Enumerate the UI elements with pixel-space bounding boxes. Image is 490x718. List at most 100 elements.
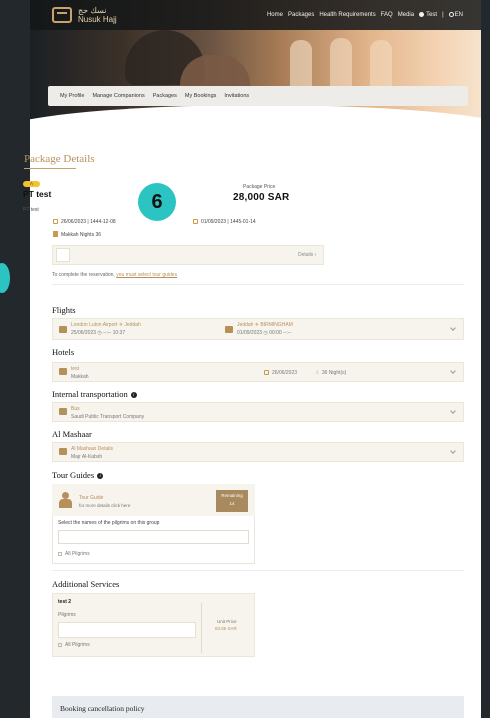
nav-faq[interactable]: FAQ xyxy=(381,12,393,18)
return-route: Jeddah ✈ BIRMINGHAM xyxy=(237,322,293,328)
return-time: 01/09/2023 ◷ 00:00 --:-- xyxy=(237,330,292,336)
side-indicator xyxy=(0,263,10,293)
globe-icon xyxy=(448,12,454,17)
unit-price-label: Unit Price xyxy=(217,619,237,624)
pilgrims-select[interactable] xyxy=(58,530,249,544)
checkbox[interactable] xyxy=(58,643,62,647)
nav-links: Home Packages Health Requirements FAQ Me… xyxy=(267,12,463,18)
title-underline xyxy=(24,168,76,169)
plane-icon xyxy=(59,326,67,333)
nav-health[interactable]: Health Requirements xyxy=(319,12,375,18)
package-thumbnail xyxy=(56,248,70,262)
tab-manage-companions[interactable]: Manage Companions xyxy=(92,93,144,99)
transport-type: Bus xyxy=(71,406,80,412)
user-name: Test xyxy=(426,12,438,19)
service-all-pilgrims[interactable]: All Pilgrims xyxy=(58,642,90,648)
tour-guide-title[interactable]: Tour Guide xyxy=(79,495,103,501)
hotel-row[interactable]: test Makkah 26/06/2023 ☾ 36 Night(s) xyxy=(52,362,464,382)
reservation-notice: To complete the reservation, you must se… xyxy=(52,272,177,278)
nav-separator: | xyxy=(442,12,444,19)
tab-my-profile[interactable]: My Profile xyxy=(60,93,84,99)
details-link[interactable]: Details › xyxy=(298,252,316,258)
all-pilgrims-label: All Pilgrims xyxy=(65,551,90,557)
chevron-down-icon[interactable] xyxy=(450,368,456,374)
tab-my-bookings[interactable]: My Bookings xyxy=(185,93,217,99)
hotel-nights-text: 36 Night(s) xyxy=(321,370,347,376)
language-label: EN xyxy=(454,12,463,19)
service-name: test 2 xyxy=(58,599,72,605)
transport-row[interactable]: Bus Saudi Public Transport Company xyxy=(52,402,464,422)
nav-media[interactable]: Media xyxy=(398,12,414,18)
hotel-city: Makkah xyxy=(71,374,89,380)
page-title: Package Details xyxy=(24,153,95,165)
chevron-down-icon[interactable] xyxy=(450,448,456,454)
tour-guide-hint[interactable]: for more details click here xyxy=(79,503,130,508)
cancellation-policy-title[interactable]: Booking cancellation policy xyxy=(60,704,145,713)
hotel-date: 26/06/2023 xyxy=(264,370,297,376)
section-transport: Internal transportation i xyxy=(52,389,137,399)
service-pilgrims-label: Pilgrims xyxy=(58,612,76,618)
avatar-head xyxy=(62,492,69,499)
bus-icon xyxy=(59,408,67,415)
service-pilgrims-select[interactable] xyxy=(58,622,196,638)
avatar-body xyxy=(59,499,72,508)
remaining-count: 14 xyxy=(229,501,235,506)
divider xyxy=(52,570,464,571)
package-price: 28,000 SAR xyxy=(233,192,290,203)
service-divider xyxy=(201,603,202,653)
tour-guides-title: Tour Guides xyxy=(52,470,95,480)
service-all-pilgrims-label: All Pilgrims xyxy=(65,642,90,648)
start-date: 26/06/2023 | 1444-12-08 xyxy=(53,219,116,225)
step-marker: 6 xyxy=(138,183,176,221)
all-pilgrims-option[interactable]: All Pilgrims xyxy=(58,551,90,557)
guide-avatar-icon xyxy=(59,492,72,508)
flights-row[interactable]: London Luton Airport ✈ Jeddah 25/06/2023… xyxy=(52,318,464,340)
package-name: PT test xyxy=(23,189,52,199)
chevron-down-icon[interactable] xyxy=(450,325,456,331)
details-label: Details xyxy=(298,252,314,258)
hotel-nights: ☾ 36 Night(s) xyxy=(316,370,347,376)
section-hotels: Hotels xyxy=(52,347,75,357)
remaining-badge: Remaining 14 xyxy=(216,490,248,512)
tab-packages[interactable]: Packages xyxy=(153,93,177,99)
section-additional: Additional Services xyxy=(52,579,120,589)
start-date-text: 26/06/2023 | 1444-12-08 xyxy=(61,219,116,225)
checkbox[interactable] xyxy=(58,552,62,556)
mashaar-location: Majr Al-Kabsh xyxy=(71,454,103,460)
nights-text: Makkah Nights 36 xyxy=(61,232,102,238)
hotel-date-text: 26/06/2023 xyxy=(272,370,298,376)
building-icon xyxy=(53,231,58,237)
notice-text: To complete the reservation, xyxy=(52,272,115,278)
remaining-label: Remaining xyxy=(221,493,243,498)
user-icon xyxy=(419,12,425,17)
logo-icon[interactable] xyxy=(52,7,72,23)
logo-text[interactable]: نسك حج Nusuk Hajj xyxy=(78,6,117,24)
package-details-panel[interactable] xyxy=(52,245,324,265)
mashaar-row[interactable]: Al Mashaar Details Majr Al-Kabsh xyxy=(52,442,464,462)
hotel-name: test xyxy=(71,366,80,372)
unit-price-value: 83.85 SAR xyxy=(215,626,237,631)
chevron-down-icon[interactable] xyxy=(450,408,456,414)
nav-packages[interactable]: Packages xyxy=(288,12,314,18)
nav-home[interactable]: Home xyxy=(267,12,283,18)
package-badge: A xyxy=(23,181,40,187)
calendar-icon xyxy=(53,219,58,224)
logo-arabic: نسك حج xyxy=(78,6,107,15)
transport-title: Internal transportation xyxy=(52,389,128,399)
tab-invitations[interactable]: Invitations xyxy=(224,93,249,99)
price-label: Package Price xyxy=(243,184,276,190)
language-switcher[interactable]: EN xyxy=(448,12,463,19)
section-flights: Flights xyxy=(52,305,76,315)
section-mashaar: Al Mashaar xyxy=(52,429,92,439)
info-icon[interactable]: i xyxy=(130,392,137,398)
transport-company: Saudi Public Transport Company xyxy=(71,414,145,420)
hotel-icon xyxy=(59,368,67,375)
select-tour-guides-link[interactable]: you must select tour guides xyxy=(116,272,177,278)
logo-english: Nusuk Hajj xyxy=(78,15,117,24)
select-pilgrims-label: Select the names of the pilgrims on this… xyxy=(58,520,160,526)
section-tour-guides: Tour Guides i xyxy=(52,470,104,480)
info-icon[interactable]: i xyxy=(97,473,104,479)
user-menu[interactable]: Test xyxy=(419,12,437,18)
end-date-text: 01/09/2023 | 1445-01-14 xyxy=(201,219,256,225)
profile-subnav: My Profile Manage Companions Packages My… xyxy=(48,86,468,106)
